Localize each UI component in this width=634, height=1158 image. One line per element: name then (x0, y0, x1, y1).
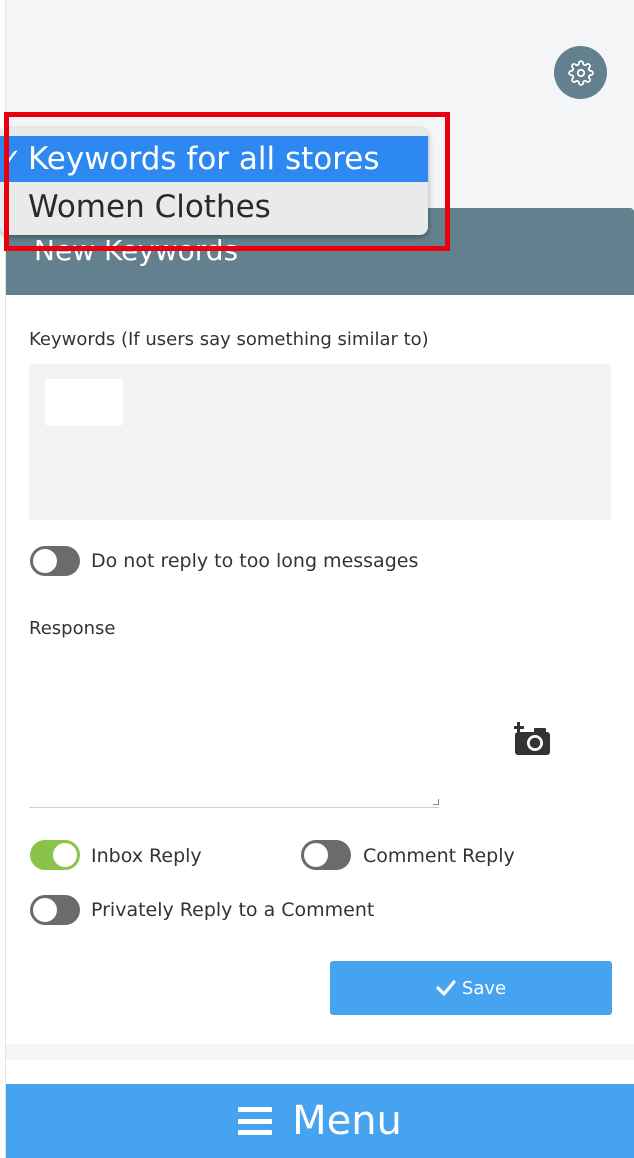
save-button[interactable]: Save (330, 961, 612, 1015)
toggle-knob (304, 843, 328, 867)
gear-icon (567, 59, 594, 86)
inbox-reply-toggle[interactable] (30, 840, 80, 870)
keywords-input[interactable] (29, 364, 611, 520)
comment-reply-label: Comment Reply (363, 845, 515, 867)
camera-plus-icon[interactable] (514, 722, 552, 756)
menu-label: Menu (292, 1098, 402, 1144)
response-label: Response (29, 618, 116, 639)
toggle-knob (33, 898, 57, 922)
comment-reply-toggle[interactable] (301, 840, 351, 870)
keyword-chip-input[interactable] (45, 379, 123, 426)
check-icon (436, 980, 456, 996)
resize-handle[interactable] (433, 799, 439, 805)
private-reply-label: Privately Reply to a Comment (91, 899, 375, 921)
response-textarea[interactable] (29, 648, 439, 808)
save-label: Save (461, 977, 507, 999)
next-card-edge (6, 1060, 634, 1084)
toggle-knob (33, 549, 57, 573)
menu-bar[interactable]: Menu (6, 1084, 634, 1158)
long-message-label: Do not reply to too long messages (91, 550, 419, 572)
keywords-label: Keywords (If users say something similar… (29, 329, 429, 350)
long-message-toggle[interactable] (30, 546, 80, 576)
hamburger-icon (238, 1107, 273, 1135)
toggle-knob (53, 843, 77, 867)
settings-button[interactable] (554, 46, 607, 99)
private-reply-toggle[interactable] (30, 895, 80, 925)
footer-gap (6, 1044, 634, 1060)
new-keywords-card: New Keywords Keywords (If users say some… (6, 208, 634, 1044)
inbox-reply-label: Inbox Reply (91, 845, 202, 867)
highlight-box (4, 112, 450, 251)
